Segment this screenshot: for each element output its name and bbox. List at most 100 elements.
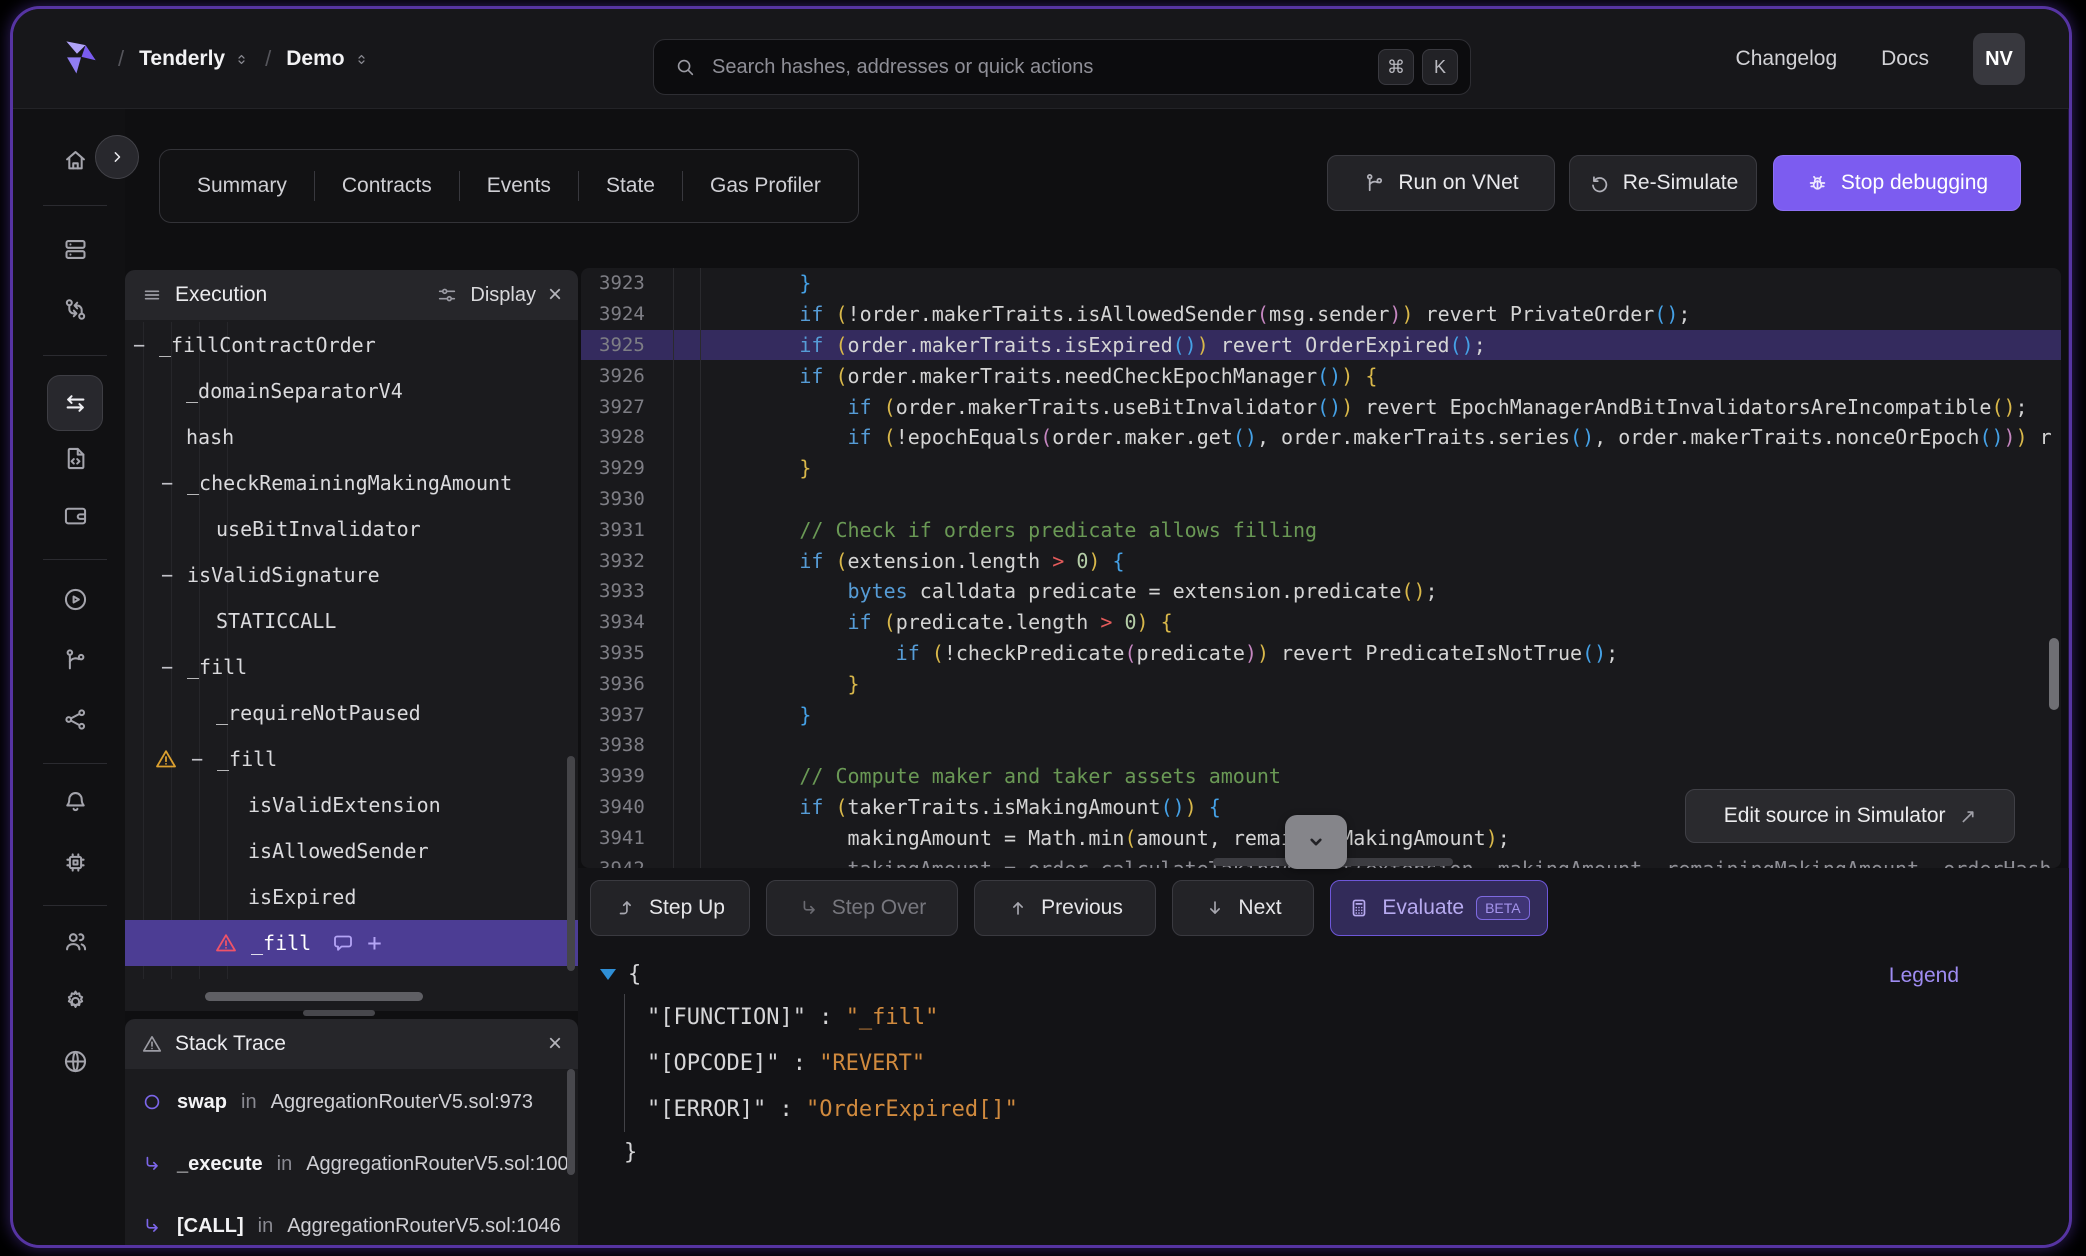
- avatar[interactable]: NV: [1973, 33, 2025, 85]
- search-input[interactable]: [710, 55, 1370, 80]
- comment-icon[interactable]: [331, 931, 355, 955]
- line-number[interactable]: 3934: [581, 607, 673, 638]
- tenderly-logo-icon[interactable]: [59, 35, 103, 84]
- tab-events[interactable]: Events: [460, 174, 578, 198]
- execution-tree-row[interactable]: −_fill: [125, 736, 578, 782]
- app-window: / Tenderly / Demo ⌘ K Changelog Docs NV: [10, 6, 2072, 1248]
- line-number[interactable]: 3925: [581, 330, 673, 361]
- execution-tree-row[interactable]: isExpired: [125, 874, 578, 920]
- line-number[interactable]: 3928: [581, 422, 673, 453]
- line-number[interactable]: 3932: [581, 545, 673, 576]
- line-number[interactable]: 3938: [581, 730, 673, 761]
- collapse-icon[interactable]: −: [133, 333, 159, 357]
- org-selector[interactable]: Tenderly: [139, 47, 250, 71]
- execution-tree-row[interactable]: _fill+: [125, 920, 578, 966]
- sidebar-item-chip[interactable]: [51, 838, 99, 886]
- execution-tree-row[interactable]: STATICCALL: [125, 598, 578, 644]
- sidebar-item-git-compare[interactable]: [51, 285, 99, 333]
- resimulate-button[interactable]: Re-Simulate: [1569, 155, 1757, 211]
- collapse-icon[interactable]: −: [191, 747, 217, 771]
- collapse-icon[interactable]: −: [161, 563, 187, 587]
- collapse-icon[interactable]: −: [161, 471, 187, 495]
- line-number[interactable]: 3933: [581, 576, 673, 607]
- execution-tree-row[interactable]: −_fill: [125, 644, 578, 690]
- sidebar-expand-button[interactable]: [95, 135, 139, 179]
- execution-tree-row[interactable]: useBitInvalidator: [125, 506, 578, 552]
- sidebar-item-wallet[interactable]: [51, 491, 99, 539]
- line-number[interactable]: 3927: [581, 391, 673, 422]
- execution-tree-row[interactable]: −_checkRemainingMakingAmount: [125, 460, 578, 506]
- sidebar-item-home[interactable]: [51, 136, 99, 184]
- global-search[interactable]: ⌘ K: [653, 39, 1471, 95]
- line-number[interactable]: 3926: [581, 360, 673, 391]
- editor-vscrollbar[interactable]: [2049, 638, 2059, 710]
- sidebar-item-play-circle[interactable]: [51, 575, 99, 623]
- tree-node-label: isExpired: [248, 885, 356, 909]
- execution-tree-row[interactable]: isValidExtension: [125, 782, 578, 828]
- line-number[interactable]: 3929: [581, 453, 673, 484]
- sidebar-item-file-code[interactable]: [51, 434, 99, 482]
- execution-tree-row[interactable]: isAllowedSender: [125, 828, 578, 874]
- code-line-3923: 3923 }: [581, 268, 2061, 299]
- add-comment-icon[interactable]: +: [367, 929, 381, 957]
- step-up-button[interactable]: Step Up: [590, 880, 750, 936]
- stack-trace-row[interactable]: _executeinAggregationRouterV5.sol:100: [125, 1133, 578, 1195]
- execution-tree-row[interactable]: _requireNotPaused: [125, 690, 578, 736]
- sidebar-item-globe[interactable]: [51, 1037, 99, 1085]
- display-button[interactable]: Display: [470, 284, 536, 307]
- tab-contracts[interactable]: Contracts: [315, 174, 459, 198]
- stack-trace-row[interactable]: swapinAggregationRouterV5.sol:973: [125, 1071, 578, 1133]
- docs-link[interactable]: Docs: [1881, 47, 1929, 71]
- line-number[interactable]: 3930: [581, 484, 673, 515]
- sort-chevrons-icon: [353, 51, 370, 68]
- line-number[interactable]: 3941: [581, 822, 673, 853]
- project-selector[interactable]: Demo: [286, 47, 369, 71]
- stack-trace-row[interactable]: [CALL]inAggregationRouterV5.sol:1046: [125, 1195, 578, 1248]
- line-number[interactable]: 3935: [581, 638, 673, 669]
- step-over-button[interactable]: Step Over: [766, 880, 958, 936]
- edit-source-button[interactable]: Edit source in Simulator ↗: [1685, 789, 2015, 843]
- sidebar-item-swap-arrows[interactable]: [47, 375, 103, 431]
- line-number[interactable]: 3931: [581, 514, 673, 545]
- next-button[interactable]: Next: [1172, 880, 1314, 936]
- sidebar-item-git-fork[interactable]: [51, 636, 99, 684]
- line-number[interactable]: 3924: [581, 299, 673, 330]
- line-number[interactable]: 3937: [581, 699, 673, 730]
- evaluate-button[interactable]: Evaluate BETA: [1330, 880, 1548, 936]
- trace-circle-icon: [141, 1091, 163, 1113]
- line-number[interactable]: 3939: [581, 761, 673, 792]
- sidebar-item-server-stack[interactable]: [51, 225, 99, 273]
- changelog-link[interactable]: Changelog: [1736, 47, 1838, 71]
- sidebar-item-bell[interactable]: [51, 777, 99, 825]
- execution-tree-row[interactable]: −isValidSignature: [125, 552, 578, 598]
- sidebar-item-users[interactable]: [51, 917, 99, 965]
- execution-tree-row[interactable]: −_fillContractOrder: [125, 322, 578, 368]
- legend-link[interactable]: Legend: [1889, 964, 1959, 988]
- line-number[interactable]: 3923: [581, 268, 673, 299]
- line-number[interactable]: 3940: [581, 792, 673, 823]
- tab-summary[interactable]: Summary: [170, 174, 314, 198]
- run-on-vnet-button[interactable]: Run on VNet: [1327, 155, 1555, 211]
- close-icon[interactable]: ×: [548, 1032, 562, 1056]
- sidebar-item-gear[interactable]: [51, 977, 99, 1025]
- frame-in: in: [258, 1215, 274, 1238]
- code-line-3935: 3935 if (!checkPredicate(predicate)) rev…: [581, 638, 2061, 669]
- tab-state[interactable]: State: [579, 174, 682, 198]
- previous-button[interactable]: Previous: [974, 880, 1156, 936]
- execution-tree-row[interactable]: hash: [125, 414, 578, 460]
- frame-in: in: [277, 1153, 293, 1176]
- stop-debugging-button[interactable]: Stop debugging: [1773, 155, 2021, 211]
- execution-tree-row[interactable]: _domainSeparatorV4: [125, 368, 578, 414]
- close-icon[interactable]: ×: [548, 283, 562, 307]
- line-number[interactable]: 3942: [581, 853, 673, 868]
- stack-trace-scrollbar[interactable]: [567, 1069, 575, 1175]
- expander-icon[interactable]: [600, 969, 616, 980]
- tab-gas-profiler[interactable]: Gas Profiler: [683, 174, 848, 198]
- panel-resize-handle[interactable]: [303, 1010, 375, 1016]
- execution-vscrollbar[interactable]: [567, 756, 575, 971]
- collapse-icon[interactable]: −: [161, 655, 187, 679]
- sidebar-item-share-nodes[interactable]: [51, 695, 99, 743]
- scroll-to-line-button[interactable]: [1285, 815, 1347, 869]
- line-number[interactable]: 3936: [581, 668, 673, 699]
- execution-hscrollbar[interactable]: [205, 992, 423, 1001]
